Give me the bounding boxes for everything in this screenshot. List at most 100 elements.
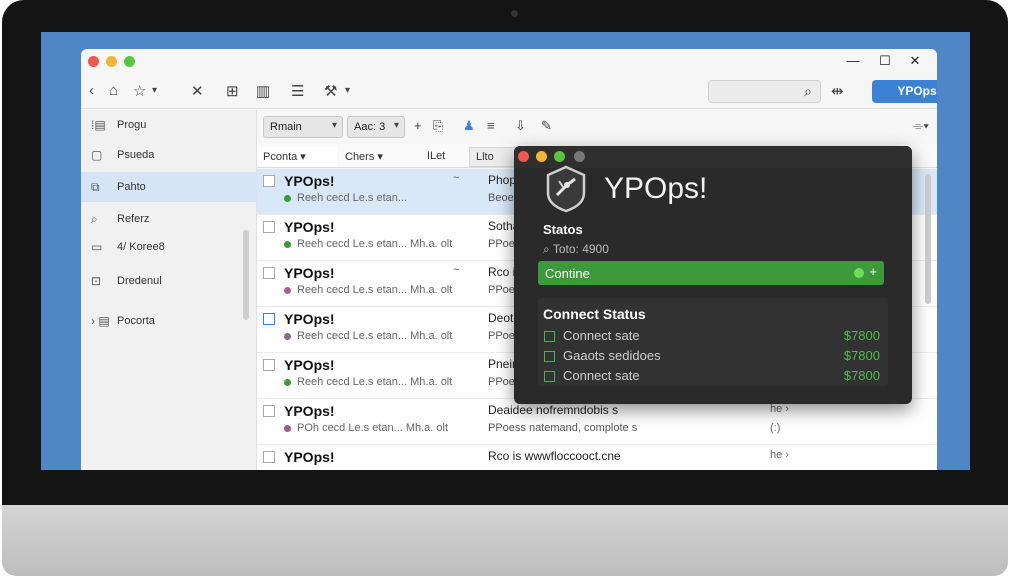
connect-row-label: Gaaots sedidoes [563,348,661,363]
sidebar-item-label: Progu [117,119,147,131]
layout-icon[interactable]: ⊞ [226,82,239,100]
row-checkbox[interactable] [544,351,555,362]
chevron-down-icon[interactable]: ▾ [152,85,157,96]
close-traffic-light[interactable] [88,56,99,67]
row-detail: PPoess natemand, complote s [488,422,638,434]
star-icon[interactable]: ☆ [133,82,146,100]
monitor-chin [2,505,1008,576]
row-checkbox[interactable] [263,451,275,463]
sort-dropdown[interactable]: Aac: 3 ▾ [347,116,405,138]
row-name: YPOps! [284,403,335,419]
user-icon[interactable]: ♟ [463,118,475,134]
row-checkbox[interactable] [544,331,555,342]
close-button[interactable]: ✕ [907,53,923,69]
reply-icon[interactable]: ⌯▾ [913,118,929,134]
home-icon[interactable]: ⌂ [109,82,118,99]
row-meta: he › [770,449,789,461]
add-icon[interactable]: + [414,118,422,133]
chevron-down-icon: ▾ [393,120,399,131]
connect-status-row[interactable]: Gaaots sedidoes $7800 [544,348,880,366]
sidebar-item-koree8[interactable]: ▭ 4/ Koree8 [81,232,257,262]
tools-icon[interactable]: ⚒ [324,82,337,100]
filter-icon[interactable]: ☰ [291,82,304,100]
panel-minimize-light[interactable] [536,151,547,162]
row-title: Deaidee nofremndobis s [488,403,619,417]
list-scrollbar[interactable] [925,174,931,304]
page-icon: ⊡ [91,274,102,288]
panel-zoom-light[interactable] [554,151,565,162]
document-icon: ▢ [91,148,103,162]
close-icon[interactable]: ✕ [191,82,204,100]
nav-toolbar: ‹ ⌂ ☆ ▾ ✕ ⊞ ▥ ☰ ⚒ ▾ ⌕ ⇹ YPOps! [81,75,937,109]
list-icon[interactable]: ≡ [487,118,495,133]
message-icon[interactable]: ⎘ [433,118,443,134]
row-subtitle: Reeh cecd Le.s etan... Mh.a. olt [297,376,453,388]
sidebar-item-dredenul[interactable]: ⊡ Dredenul [81,266,257,296]
active-status-label: Contine [545,266,590,281]
chevron-down-icon[interactable]: ▾ [345,85,350,96]
sidebar-item-label: Psueda [117,149,155,161]
sidebar-item-pahto[interactable]: ⧉ Pahto [81,172,257,202]
column-pconta[interactable]: Pconta ▾ [257,147,337,167]
minimize-button[interactable]: — [845,53,861,68]
connect-row-value: $7800 [843,348,880,363]
column-chers[interactable]: Chers ▾ [339,147,419,167]
row-flag: ~ [453,264,460,276]
download-icon[interactable]: ⇩ [515,118,526,134]
column-ilet[interactable]: ILet [421,147,461,167]
connect-row-label: Connect sate [563,328,640,343]
sidebar-item-label: Dredenul [117,275,162,287]
search-icon: ⌕ [543,242,550,256]
panel-search[interactable]: ⌕ Toto: 4900 [543,242,609,257]
sidebar-item-label: Pocorta [117,315,155,327]
status-dot [284,425,291,432]
row-name: YPOps! [284,311,335,327]
minimize-traffic-light[interactable] [106,56,117,67]
list-item[interactable]: YPOps! Rco is wwwfloccooct.cne he › [257,445,937,470]
chevron-down-icon: ▾ [331,120,337,131]
row-checkbox[interactable] [263,175,275,187]
sidebar-item-pocorta[interactable]: › ▤ Pocorta [81,306,257,336]
ypops-button[interactable]: YPOps! [872,80,937,103]
connect-status-row[interactable]: Connect sate $7800 [544,328,880,346]
row-name: YPOps! [284,219,335,235]
search-input[interactable]: ⌕ [708,80,821,103]
row-checkbox[interactable] [263,221,275,233]
columns-icon[interactable]: ▥ [256,82,270,100]
row-name: YPOps! [284,449,335,465]
folder-icon: ⧉ [91,180,100,194]
column-label: Chers [345,151,375,163]
attach-icon[interactable]: ✎ [541,118,552,134]
column-label: Pconta [263,151,298,163]
back-icon[interactable]: ‹ [89,82,94,99]
maximize-button[interactable]: ☐ [877,53,893,69]
row-meta: he › [770,403,789,415]
row-checkbox[interactable] [263,313,275,325]
row-checkbox[interactable] [263,359,275,371]
add-icon[interactable]: + [869,264,877,279]
row-checkbox[interactable] [263,267,275,279]
sidebar-scrollbar[interactable] [243,230,249,320]
sidebar: ⁞▤ Progu ▢ Psueda ⧉ Pahto ⌕ Referz ▭ 4/ … [81,110,257,470]
camera [511,10,518,17]
mailbox-dropdown[interactable]: Rmain ▾ [263,116,343,138]
zoom-traffic-light[interactable] [124,56,135,67]
list-item[interactable]: YPOps! POh cecd Le.s etan... Mh.a. olt D… [257,399,937,445]
row-checkbox[interactable] [263,405,275,417]
active-status-bar[interactable]: Contine + [538,261,884,285]
row-subtitle: Reeh cecd Le.s etan... Mh.a. olt [297,238,453,250]
sidebar-item-progu[interactable]: ⁞▤ Progu [81,110,257,140]
panel-title: YPOps! [604,172,708,205]
online-dot [854,268,864,278]
connect-status-row[interactable]: Connect sate $7800 [544,368,880,386]
sidebar-item-psueda[interactable]: ▢ Psueda [81,140,257,170]
split-icon[interactable]: ⇹ [831,82,844,100]
row-subtitle: Reeh cecd Le.s etan... Mh.a. olt [297,284,453,296]
row-checkbox[interactable] [544,371,555,382]
sidebar-item-referz[interactable]: ⌕ Referz [81,204,257,234]
panel-extra-light[interactable] [574,151,585,162]
list-toolbar: Rmain ▾ Aac: 3 ▾ + ⎘ ♟ ≡ ⇩ ✎ ⌯▾ [257,110,937,144]
row-subtitle: POh cecd Le.s etan... Mh.a. olt [297,422,449,434]
panel-close-light[interactable] [518,151,529,162]
folder-icon: ▭ [91,240,103,254]
